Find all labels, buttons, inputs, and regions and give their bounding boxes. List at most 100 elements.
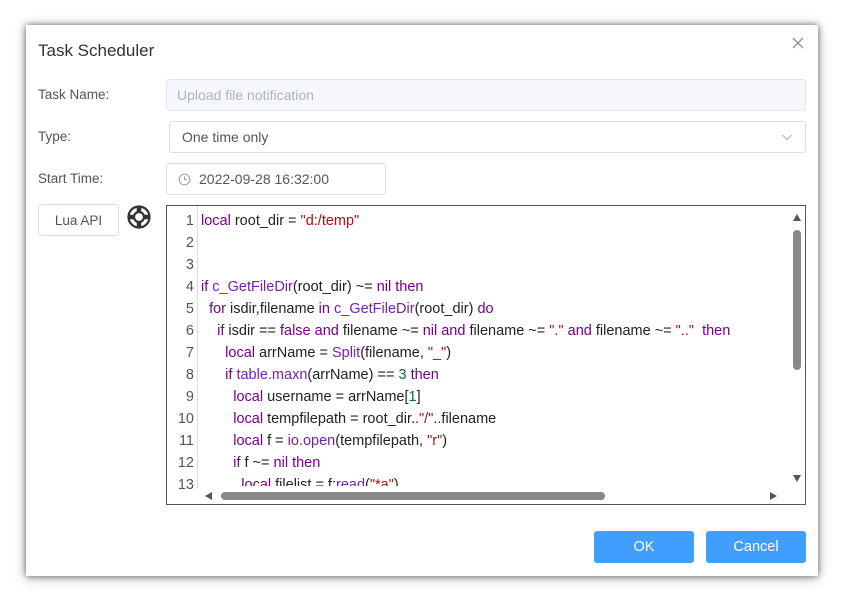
code-line: for isdir,filename in c_GetFileDir(root_…: [201, 298, 494, 320]
code-token: 3: [398, 367, 407, 383]
code-token: local: [233, 389, 264, 405]
line-number: 6: [185, 323, 194, 339]
code-token: and: [314, 323, 339, 339]
scroll-up-arrow-icon[interactable]: [793, 214, 801, 221]
code-token: (root_dir): [414, 301, 478, 317]
code-line: if table.maxn(arrName) == 3 then: [201, 364, 439, 386]
line-number-gutter: 1 2 3 4 5 6 7 8 9 10 11 12 13: [167, 206, 198, 504]
code-token: ]: [416, 389, 421, 405]
code-line: if f ~= nil then: [201, 452, 320, 474]
line-number: 8: [185, 367, 194, 383]
code-token: ..filename: [433, 411, 497, 427]
code-line: local tempfilepath = root_dir.."/"..file…: [201, 408, 496, 430]
scroll-left-arrow-icon[interactable]: [205, 492, 212, 500]
code-token: do: [477, 301, 494, 317]
code-token: then: [395, 279, 424, 295]
close-icon[interactable]: [790, 35, 806, 51]
code-line: local username = arrName[1]: [201, 386, 421, 408]
code-token: then: [702, 323, 731, 339]
code-line: if c_GetFileDir(root_dir) ~= nil then: [201, 276, 423, 298]
code-token: c_GetFileDir: [334, 301, 415, 317]
code-token: (filename,: [360, 345, 428, 361]
code-token: f =: [263, 433, 288, 449]
code-token: local: [201, 213, 231, 229]
code-token: local: [241, 477, 272, 486]
code-token: table.maxn: [236, 367, 308, 383]
scroll-right-arrow-icon[interactable]: [770, 492, 777, 500]
lifebuoy-icon[interactable]: [126, 204, 152, 230]
chevron-down-icon: [782, 134, 792, 141]
code-token: in: [318, 301, 330, 317]
code-token: "..": [675, 323, 695, 339]
type-label: Type:: [38, 129, 72, 144]
code-token: c_GetFileDir: [212, 279, 293, 295]
code-token: "/": [419, 411, 434, 427]
code-token: isdir ==: [224, 323, 280, 339]
code-token: root_dir =: [230, 213, 301, 229]
task-scheduler-dialog: Task Scheduler Task Name: Upload file no…: [26, 25, 818, 576]
clock-icon: [178, 173, 191, 185]
cancel-button[interactable]: Cancel: [706, 531, 806, 563]
line-number: 2: [185, 235, 194, 251]
code-line: local root_dir = "d:/temp": [201, 210, 359, 232]
code-token: Split: [331, 345, 361, 361]
line-number: 10: [177, 411, 194, 427]
code-token: filelist = f:: [271, 477, 336, 486]
code-token: ".": [549, 323, 564, 339]
code-token: "*a": [369, 477, 394, 486]
code-token: false: [279, 323, 311, 339]
code-line: local f = io.open(tempfilepath, "r"): [201, 430, 447, 452]
code-area[interactable]: local root_dir = "d:/temp" if c_GetFileDi…: [201, 206, 791, 486]
code-token: local: [225, 345, 255, 361]
line-number: 13: [177, 477, 194, 493]
lua-code-editor[interactable]: 1 2 3 4 5 6 7 8 9 10 11 12 13 local root_dir = "d:/t…: [166, 205, 806, 505]
line-number: 7: [185, 345, 194, 361]
horizontal-scrollbar[interactable]: [197, 488, 791, 504]
start-time-value: 2022-09-28 16:32:00: [199, 171, 329, 187]
type-select[interactable]: One time only: [169, 121, 806, 153]
start-time-label: Start Time:: [38, 171, 104, 186]
code-token: io.open: [287, 433, 336, 449]
code-line: if isdir == false and filename ~= nil an…: [201, 320, 730, 342]
lua-api-button[interactable]: Lua API: [38, 204, 119, 236]
code-token: (root_dir) ~=: [292, 279, 377, 295]
code-token: and: [441, 323, 466, 339]
start-time-picker[interactable]: 2022-09-28 16:32:00: [166, 163, 386, 195]
horizontal-scroll-thumb[interactable]: [221, 492, 605, 500]
code-token: for: [209, 301, 226, 317]
code-token: filename ~=: [591, 323, 676, 339]
code-token: "d:/temp": [300, 213, 360, 229]
code-token: "r": [427, 433, 443, 449]
code-token: local: [233, 433, 264, 449]
code-token: nil: [422, 323, 438, 339]
ok-button[interactable]: OK: [594, 531, 694, 563]
code-token: nil: [376, 279, 392, 295]
code-token: and: [567, 323, 592, 339]
line-number: 3: [185, 257, 194, 273]
vertical-scroll-thumb[interactable]: [793, 230, 801, 370]
code-token: nil: [273, 455, 289, 471]
code-token: then: [292, 455, 321, 471]
code-token: arrName =: [255, 345, 332, 361]
line-number: 9: [185, 389, 194, 405]
scroll-down-arrow-icon[interactable]: [793, 475, 801, 482]
line-number: 1: [185, 213, 194, 229]
task-name-field[interactable]: Upload file notification: [166, 79, 806, 111]
task-name-value: Upload file notification: [177, 87, 314, 103]
line-number: 4: [185, 279, 194, 295]
code-token: filename ~=: [338, 323, 423, 339]
code-line: local arrName = Split(filename, "_"): [201, 342, 451, 364]
code-token: isdir,filename: [225, 301, 319, 317]
line-number: 12: [177, 455, 194, 471]
code-token: ): [393, 477, 399, 486]
vertical-scrollbar[interactable]: [789, 206, 805, 488]
code-token: username = arrName[: [263, 389, 409, 405]
code-line: local filelist = f:read("*a"): [201, 474, 399, 486]
